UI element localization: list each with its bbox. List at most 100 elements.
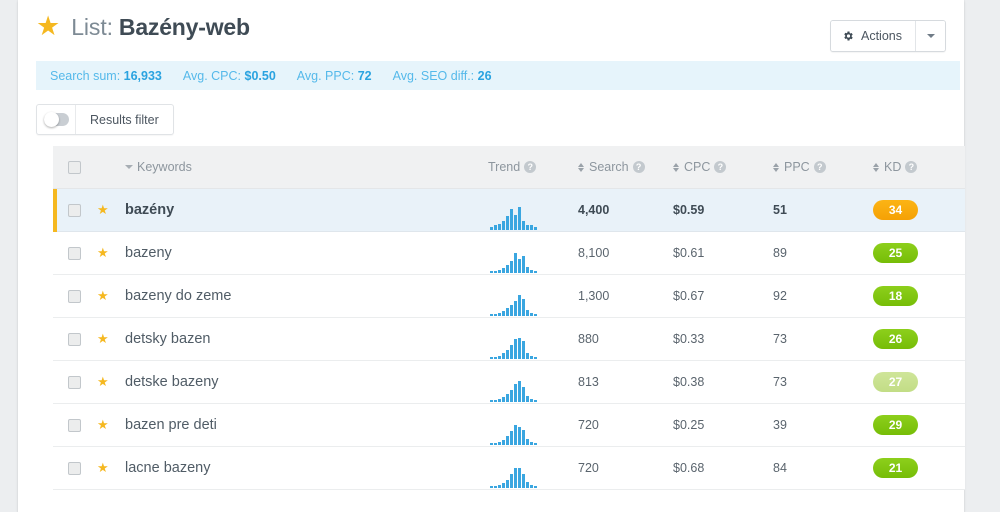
sparkline-bar: [498, 485, 501, 488]
row-select-cell[interactable]: [53, 289, 97, 303]
star-icon[interactable]: ★: [97, 374, 109, 389]
keyword-cell: detsky bazen: [125, 331, 488, 347]
row-select-cell[interactable]: [53, 375, 97, 389]
sparkline-bar: [490, 357, 493, 359]
star-icon[interactable]: ★: [97, 417, 109, 432]
row-checkbox[interactable]: [68, 289, 81, 303]
trend-cell: [488, 233, 578, 273]
actions-button[interactable]: Actions: [831, 21, 915, 51]
cell-value: 84: [773, 461, 787, 475]
table-row[interactable]: ★ bazeny do zeme 1,300 $0.67 92 18: [53, 275, 965, 318]
sparkline-bar: [526, 439, 529, 445]
stat-avg-cpc: Avg. CPC: $0.50: [183, 69, 276, 83]
row-checkbox[interactable]: [68, 375, 81, 389]
stat-value: 16,933: [123, 68, 162, 83]
help-icon[interactable]: ?: [905, 161, 918, 173]
results-filter-toolbar[interactable]: Results filter: [36, 104, 174, 135]
sparkline-bar: [514, 301, 517, 316]
chevron-down-icon: [125, 165, 133, 169]
row-favorite-cell[interactable]: ★: [97, 203, 125, 217]
column-header-keywords[interactable]: Keywords: [125, 160, 488, 174]
row-favorite-cell[interactable]: ★: [97, 461, 125, 475]
cell-value: 73: [773, 375, 787, 389]
sparkline-bar: [534, 443, 537, 445]
star-icon[interactable]: ★: [97, 288, 109, 303]
sparkline-bar: [518, 207, 521, 230]
help-icon[interactable]: ?: [632, 161, 645, 173]
sparkline-bar: [518, 381, 521, 402]
row-favorite-cell[interactable]: ★: [97, 375, 125, 389]
cell-value: 4,400: [578, 203, 610, 217]
row-checkbox[interactable]: [68, 418, 81, 432]
star-icon[interactable]: ★: [97, 202, 109, 217]
sparkline-bar: [534, 400, 537, 402]
cell-value: 51: [773, 203, 787, 217]
select-all-cell[interactable]: [53, 160, 97, 174]
cpc-cell: $0.59: [673, 203, 773, 217]
row-select-cell[interactable]: [53, 203, 97, 217]
star-icon[interactable]: ★: [97, 331, 109, 346]
row-checkbox[interactable]: [68, 246, 81, 260]
star-icon[interactable]: ★: [97, 460, 109, 475]
actions-dropdown-toggle[interactable]: [915, 21, 945, 51]
table-row[interactable]: ★ detsky bazen 880 $0.33 73 26: [53, 318, 965, 361]
keyword-link[interactable]: bazény: [125, 202, 174, 218]
cell-value: 1,300: [578, 289, 610, 303]
row-checkbox[interactable]: [68, 332, 81, 346]
row-favorite-cell[interactable]: ★: [97, 418, 125, 432]
actions-button-group[interactable]: Actions: [830, 20, 946, 52]
row-select-cell[interactable]: [53, 246, 97, 260]
stat-search-sum: Search sum: 16,933: [50, 69, 162, 83]
star-icon[interactable]: ★: [97, 245, 109, 260]
table-header-row: Keywords Trend ? Search ? CPC ? PPC ? KD…: [53, 146, 965, 189]
results-filter-toggle[interactable]: [37, 105, 76, 134]
table-row[interactable]: ★ detske bazeny 813 $0.38 73 27: [53, 361, 965, 404]
cell-value: 73: [773, 332, 787, 346]
row-select-cell[interactable]: [53, 461, 97, 475]
row-favorite-cell[interactable]: ★: [97, 332, 125, 346]
row-checkbox[interactable]: [68, 461, 81, 475]
column-header-trend: Trend ?: [488, 160, 578, 174]
select-all-checkbox[interactable]: [68, 160, 81, 174]
sparkline-bar: [490, 400, 493, 402]
keyword-link[interactable]: detske bazeny: [125, 374, 219, 390]
help-icon[interactable]: ?: [524, 161, 537, 173]
row-checkbox[interactable]: [68, 203, 81, 217]
table-row[interactable]: ★ lacne bazeny 720 $0.68 84 21: [53, 447, 965, 490]
cell-value: 39: [773, 418, 787, 432]
column-header-search[interactable]: Search ?: [578, 160, 673, 174]
keyword-link[interactable]: bazen pre deti: [125, 417, 217, 433]
sparkline-bar: [490, 443, 493, 445]
table-row[interactable]: ★ bazény 4,400 $0.59 51 34: [53, 189, 965, 232]
keyword-cell: detske bazeny: [125, 374, 488, 390]
sparkline-bar: [506, 436, 509, 445]
sparkline-bar: [534, 314, 537, 316]
sparkline-bar: [506, 265, 509, 273]
keyword-link[interactable]: lacne bazeny: [125, 460, 210, 476]
results-filter-button[interactable]: Results filter: [76, 105, 173, 134]
sparkline-bar: [518, 295, 521, 316]
cpc-cell: $0.67: [673, 289, 773, 303]
table-row[interactable]: ★ bazeny 8,100 $0.61 89 25: [53, 232, 965, 275]
sort-icon: [873, 162, 880, 173]
stat-value: 72: [357, 68, 372, 83]
row-select-cell[interactable]: [53, 332, 97, 346]
sparkline-bar: [498, 356, 501, 359]
table-row[interactable]: ★ bazen pre deti 720 $0.25 39 29: [53, 404, 965, 447]
keyword-link[interactable]: bazeny: [125, 245, 172, 261]
keyword-link[interactable]: bazeny do zeme: [125, 288, 231, 304]
column-header-kd[interactable]: KD ?: [873, 160, 965, 174]
sparkline-bar: [510, 390, 513, 402]
keyword-link[interactable]: detsky bazen: [125, 331, 210, 347]
row-favorite-cell[interactable]: ★: [97, 246, 125, 260]
help-icon[interactable]: ?: [813, 161, 826, 173]
search-cell: 880: [578, 332, 673, 346]
column-header-ppc[interactable]: PPC ?: [773, 160, 873, 174]
sparkline-bar: [534, 486, 537, 488]
kd-badge: 18: [873, 286, 918, 306]
row-favorite-cell[interactable]: ★: [97, 289, 125, 303]
column-header-cpc[interactable]: CPC ?: [673, 160, 773, 174]
sparkline-bar: [514, 253, 517, 273]
row-select-cell[interactable]: [53, 418, 97, 432]
help-icon[interactable]: ?: [714, 161, 727, 173]
